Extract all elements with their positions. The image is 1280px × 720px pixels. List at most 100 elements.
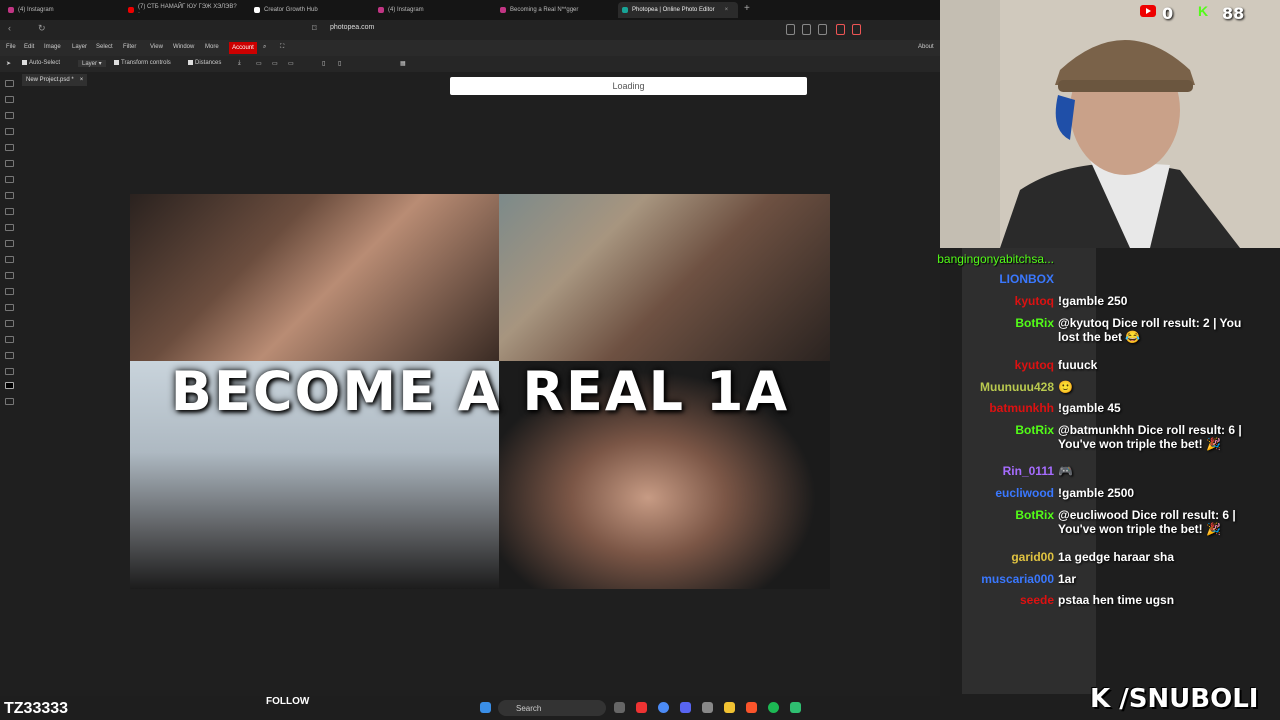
pen-tool-icon[interactable] (5, 288, 14, 295)
zoom-tool-icon[interactable] (5, 368, 14, 375)
magic-wand-icon[interactable] (5, 128, 14, 135)
distances-checkbox[interactable]: Distances (188, 60, 221, 66)
menu-edit[interactable]: Edit (24, 44, 34, 50)
dodge-tool-icon[interactable] (5, 272, 14, 279)
eraser-icon[interactable] (5, 224, 14, 231)
brush-tool-icon[interactable] (5, 192, 14, 199)
chat-username[interactable]: kyutoq (960, 294, 1054, 308)
account-button[interactable]: Account (229, 42, 257, 54)
bookmark-icon[interactable]: ⌑ (312, 23, 317, 34)
search-icon[interactable]: ⌕ (263, 44, 266, 51)
chat-username[interactable]: batmunkhh (960, 401, 1054, 415)
align-icon[interactable]: ▭ (288, 60, 294, 67)
align-icon[interactable]: ▭ (272, 60, 278, 67)
close-icon[interactable]: × (80, 77, 84, 83)
transform-controls-checkbox[interactable]: Transform controls (114, 60, 171, 66)
obs-icon[interactable] (636, 702, 647, 713)
menu-more[interactable]: More (205, 44, 219, 50)
new-tab-button[interactable]: + (744, 3, 750, 14)
follow-button[interactable]: FOLLOW (266, 696, 309, 707)
chat-username[interactable]: muscaria000 (960, 572, 1054, 586)
url-field[interactable]: photopea.com (330, 24, 780, 36)
menu-select[interactable]: Select (96, 44, 113, 50)
tab-youtube-video[interactable]: (7) СТБ НАМАЙГ ЮУ ГЭЖ ХЭЛЭВ? · (124, 2, 244, 18)
brave-rewards-icon[interactable] (852, 24, 861, 35)
chat-username[interactable]: BotRix (960, 508, 1054, 522)
menu-view[interactable]: View (150, 44, 163, 50)
move-tool-icon[interactable] (5, 80, 14, 87)
chrome-icon[interactable] (658, 702, 669, 713)
fullscreen-icon[interactable]: ⛶ (280, 44, 284, 51)
chat-username[interactable]: LIONBOX (960, 272, 1054, 286)
canvas-image[interactable]: BECOME A REAL 1A (130, 194, 830, 589)
chat-username[interactable]: Muunuuu428 (960, 380, 1054, 394)
url-text: photopea.com (330, 24, 375, 31)
kick-viewer-count: 88 (1222, 4, 1245, 23)
reload-icon[interactable]: ↻ (38, 23, 46, 34)
instagram-icon (500, 7, 506, 13)
taskbar-search[interactable]: Search (498, 700, 606, 716)
hand-tool-icon[interactable] (5, 352, 14, 359)
tab-photopea[interactable]: Photopea | Online Photo Editor × (618, 2, 738, 18)
paint-bucket-icon[interactable] (5, 240, 14, 247)
download-icon[interactable]: ⤓ (238, 60, 241, 67)
discord-icon[interactable] (680, 702, 691, 713)
text-tool-icon[interactable] (5, 304, 14, 311)
chat-username[interactable]: Rin_0111 (960, 464, 1054, 478)
menu-window[interactable]: Window (173, 44, 194, 50)
foreground-color-swatch[interactable] (5, 382, 14, 389)
extension-icon[interactable] (802, 24, 811, 35)
chat-username[interactable]: kyutoq (960, 358, 1054, 372)
distribute-icon[interactable]: ▯ (322, 60, 325, 67)
document-tab[interactable]: New Project.psd * × (22, 74, 88, 86)
lasso-tool-icon[interactable] (5, 112, 14, 119)
distribute-icon[interactable]: ▯ (338, 60, 341, 67)
eyedropper-icon[interactable] (5, 160, 14, 167)
tab-instagram-1[interactable]: (4) Instagram (4, 2, 114, 18)
auto-select-checkbox[interactable]: Auto-Select (22, 60, 60, 66)
chat-username[interactable]: BotRix (960, 423, 1054, 437)
menu-layer[interactable]: Layer (72, 44, 87, 50)
folder-icon[interactable] (724, 702, 735, 713)
chat-username[interactable]: eucliwood (960, 486, 1054, 500)
tab-creator-hub[interactable]: Creator Growth Hub (250, 2, 360, 18)
checkbox-icon (188, 60, 193, 65)
tab-instagram-2[interactable]: (4) Instagram (374, 2, 484, 18)
menu-image[interactable]: Image (44, 44, 61, 50)
app-icon[interactable] (790, 702, 801, 713)
path-select-icon[interactable] (5, 320, 14, 327)
about-link[interactable]: About (918, 44, 934, 50)
back-icon[interactable]: ‹ (8, 23, 11, 33)
chat-username[interactable]: garid00 (960, 550, 1054, 564)
layer-select-dropdown[interactable]: Layer ▾ (78, 60, 106, 67)
tools-panel (0, 72, 20, 422)
photo-panel-top-left (130, 194, 499, 361)
spotify-icon[interactable] (768, 702, 779, 713)
checkbox-icon (114, 60, 119, 65)
close-tab-icon[interactable]: × (725, 7, 729, 13)
blur-tool-icon[interactable] (5, 256, 14, 263)
tab-becoming[interactable]: Becoming a Real N**gger (496, 2, 616, 18)
marquee-tool-icon[interactable] (5, 96, 14, 103)
quick-mask-icon[interactable] (5, 398, 14, 405)
settings-icon[interactable] (702, 702, 713, 713)
chat-username[interactable]: BotRix (960, 316, 1054, 330)
brave-icon[interactable] (746, 702, 757, 713)
chat-username[interactable]: seede (960, 593, 1054, 607)
extension-icon[interactable] (818, 24, 827, 35)
chat-message-text: pstaa hen time ugsn (1058, 593, 1175, 607)
align-icon[interactable]: ▭ (256, 60, 262, 67)
healing-brush-icon[interactable] (5, 176, 14, 183)
move-tool-icon[interactable]: ➤ (6, 60, 11, 67)
clone-stamp-icon[interactable] (5, 208, 14, 215)
instagram-icon (378, 7, 384, 13)
grid-icon[interactable]: ▦ (400, 60, 406, 67)
menu-filter[interactable]: Filter (123, 44, 136, 50)
shape-tool-icon[interactable] (5, 336, 14, 343)
windows-start-icon[interactable] (480, 702, 491, 713)
brave-shield-icon[interactable] (836, 24, 845, 35)
menu-file[interactable]: File (6, 44, 16, 50)
extension-icon[interactable] (786, 24, 795, 35)
crop-tool-icon[interactable] (5, 144, 14, 151)
task-view-icon[interactable] (614, 702, 625, 713)
